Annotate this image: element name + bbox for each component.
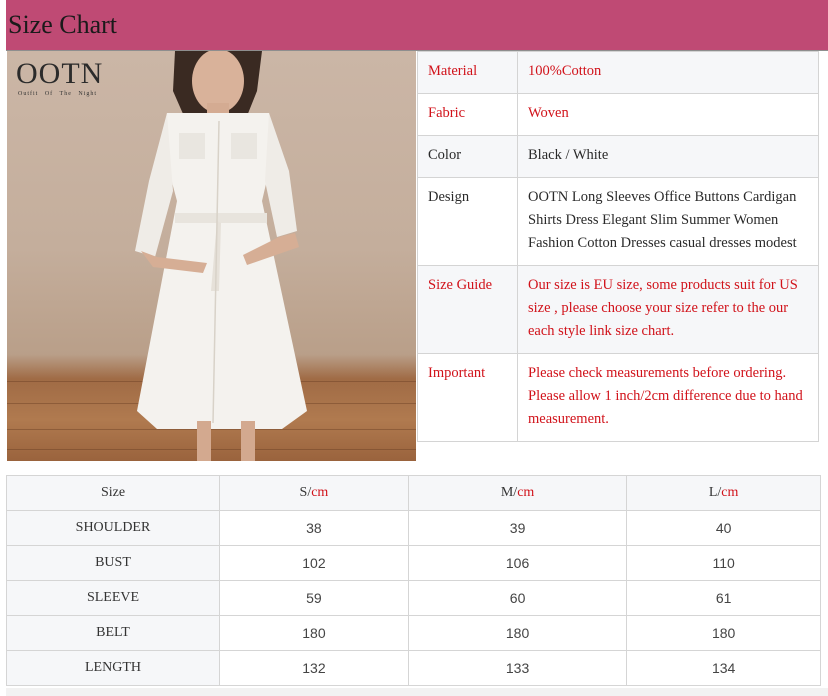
- info-value: 100%Cotton: [517, 51, 819, 94]
- info-value: Black / White: [517, 135, 819, 178]
- table-cell: 61: [626, 580, 821, 616]
- row-label: SHOULDER: [6, 510, 220, 546]
- model-figure-illustration: [135, 51, 307, 461]
- table-row: BELT 180 180 180: [6, 615, 821, 651]
- size-s-header: S/cm: [219, 475, 409, 511]
- table-cell: 39: [407, 510, 628, 546]
- table-cell: 180: [219, 615, 409, 651]
- table-cell: 180: [626, 615, 821, 651]
- info-value: Please check measurements before orderin…: [517, 353, 819, 442]
- product-photo: OOTN Outfit Of The Night: [7, 51, 416, 461]
- brand-logo-subtitle: Outfit Of The Night: [18, 91, 98, 97]
- table-cell: 40: [626, 510, 821, 546]
- table-cell: 60: [407, 580, 628, 616]
- info-label: Size Guide: [417, 265, 518, 354]
- row-label: BUST: [6, 545, 220, 581]
- info-value: OOTN Long Sleeves Office Buttons Cardiga…: [517, 177, 819, 266]
- size-l-header: L/cm: [626, 475, 821, 511]
- info-row: Size Guide Our size is EU size, some prod…: [417, 265, 819, 354]
- brand-logo: OOTN: [16, 57, 104, 90]
- info-row: Fabric Woven: [417, 93, 819, 136]
- table-cell: 110: [626, 545, 821, 581]
- table-cell: 106: [407, 545, 628, 581]
- info-label: Material: [417, 51, 518, 94]
- size-measurement-table: Size S/cm M/cm L/cm SHOULDER 38 39 40 BU…: [6, 475, 821, 686]
- row-label: LENGTH: [6, 650, 220, 686]
- info-value: Woven: [517, 93, 819, 136]
- table-cell: 132: [219, 650, 409, 686]
- table-cell: 59: [219, 580, 409, 616]
- page-title: Size Chart: [8, 10, 118, 39]
- info-label: Color: [417, 135, 518, 178]
- size-column-header: Size: [6, 475, 220, 511]
- info-row: Material 100%Cotton: [417, 51, 819, 94]
- info-row: Important Please check measurements befor…: [417, 353, 819, 442]
- table-cell: 134: [626, 650, 821, 686]
- table-row: LENGTH 132 133 134: [6, 650, 821, 686]
- info-label: Design: [417, 177, 518, 266]
- info-value: Our size is EU size, some products suit …: [517, 265, 819, 354]
- table-row: SLEEVE 59 60 61: [6, 580, 821, 616]
- size-table-header-row: Size S/cm M/cm L/cm: [6, 475, 821, 511]
- row-label: SLEEVE: [6, 580, 220, 616]
- info-label: Important: [417, 353, 518, 442]
- table-row: SHOULDER 38 39 40: [6, 510, 821, 546]
- table-row: BUST 102 106 110: [6, 545, 821, 581]
- size-chart-header: Size Chart: [6, 0, 828, 51]
- info-label: Fabric: [417, 93, 518, 136]
- info-row: Color Black / White: [417, 135, 819, 178]
- table-cell: 38: [219, 510, 409, 546]
- product-info-table: Material 100%Cotton Fabric Woven Color Black …: [417, 51, 819, 442]
- info-row: Design OOTN Long Sleeves Office Buttons C…: [417, 177, 819, 266]
- table-cell: 102: [219, 545, 409, 581]
- table-cell: 180: [407, 615, 628, 651]
- table-cell: 133: [407, 650, 628, 686]
- row-label: BELT: [6, 615, 220, 651]
- page-bottom-edge: [6, 688, 828, 696]
- size-m-header: M/cm: [407, 475, 628, 511]
